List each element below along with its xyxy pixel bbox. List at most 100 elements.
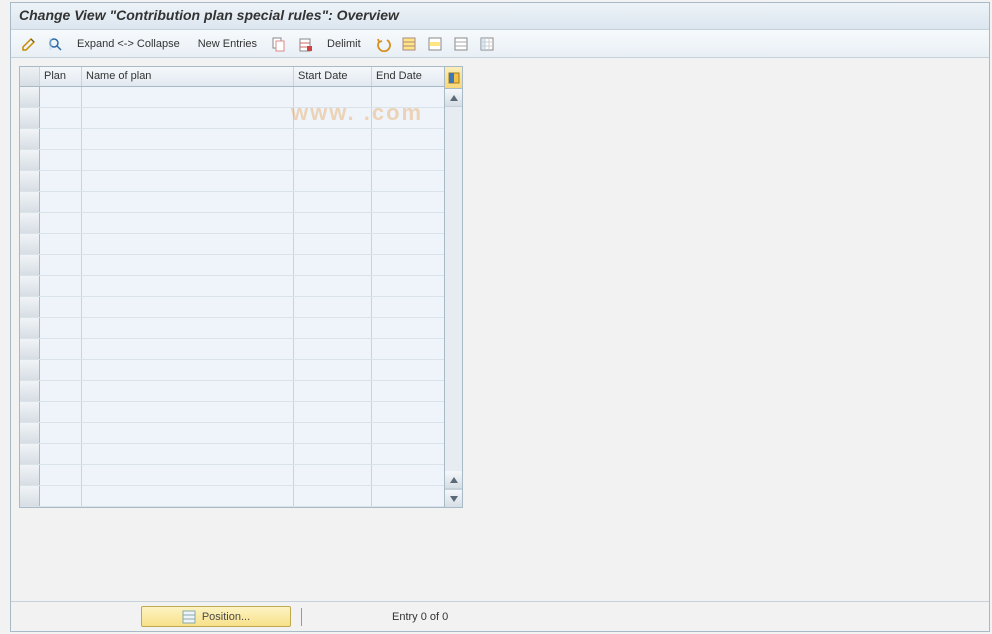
cell-start[interactable] [294,192,372,212]
input-name[interactable] [86,258,289,272]
input-plan[interactable] [44,468,77,482]
cell-plan[interactable] [40,129,82,149]
undo-icon[interactable] [371,33,395,55]
cell-start[interactable] [294,465,372,485]
input-name[interactable] [86,111,289,125]
input-name[interactable] [86,489,289,503]
input-end[interactable] [376,363,440,377]
cell-name[interactable] [82,150,294,170]
cell-start[interactable] [294,276,372,296]
input-start[interactable] [298,174,367,188]
cell-start[interactable] [294,381,372,401]
cell-start[interactable] [294,486,372,506]
input-name[interactable] [86,363,289,377]
input-plan[interactable] [44,321,77,335]
input-end[interactable] [376,111,440,125]
cell-plan[interactable] [40,108,82,128]
row-selector[interactable] [20,318,40,338]
input-name[interactable] [86,279,289,293]
input-plan[interactable] [44,216,77,230]
input-name[interactable] [86,216,289,230]
input-plan[interactable] [44,237,77,251]
input-end[interactable] [376,468,440,482]
input-plan[interactable] [44,426,77,440]
cell-end[interactable] [372,360,444,380]
cell-plan[interactable] [40,423,82,443]
cell-name[interactable] [82,87,294,107]
input-plan[interactable] [44,405,77,419]
scroll-up2-icon[interactable] [445,471,462,489]
row-selector[interactable] [20,465,40,485]
input-name[interactable] [86,468,289,482]
input-start[interactable] [298,447,367,461]
row-selector[interactable] [20,360,40,380]
input-name[interactable] [86,90,289,104]
input-plan[interactable] [44,279,77,293]
cell-name[interactable] [82,318,294,338]
input-start[interactable] [298,111,367,125]
input-name[interactable] [86,132,289,146]
cell-name[interactable] [82,234,294,254]
input-end[interactable] [376,237,440,251]
cell-start[interactable] [294,150,372,170]
delete-icon[interactable] [293,33,317,55]
cell-end[interactable] [372,276,444,296]
cell-end[interactable] [372,171,444,191]
input-name[interactable] [86,426,289,440]
cell-start[interactable] [294,129,372,149]
cell-start[interactable] [294,318,372,338]
cell-plan[interactable] [40,276,82,296]
input-start[interactable] [298,132,367,146]
cell-end[interactable] [372,192,444,212]
cell-name[interactable] [82,423,294,443]
input-name[interactable] [86,405,289,419]
row-selector[interactable] [20,129,40,149]
input-start[interactable] [298,300,367,314]
row-selector[interactable] [20,402,40,422]
cell-name[interactable] [82,360,294,380]
cell-end[interactable] [372,444,444,464]
input-end[interactable] [376,132,440,146]
input-name[interactable] [86,153,289,167]
input-start[interactable] [298,468,367,482]
input-end[interactable] [376,342,440,356]
cell-plan[interactable] [40,192,82,212]
cell-name[interactable] [82,339,294,359]
input-plan[interactable] [44,195,77,209]
cell-start[interactable] [294,444,372,464]
cell-start[interactable] [294,423,372,443]
row-selector[interactable] [20,87,40,107]
cell-end[interactable] [372,339,444,359]
cell-name[interactable] [82,276,294,296]
edit-icon[interactable] [17,33,41,55]
scroll-track[interactable] [445,107,462,471]
input-end[interactable] [376,174,440,188]
col-header-name[interactable]: Name of plan [82,67,294,86]
cell-name[interactable] [82,465,294,485]
input-name[interactable] [86,447,289,461]
input-plan[interactable] [44,300,77,314]
cell-start[interactable] [294,108,372,128]
cell-plan[interactable] [40,360,82,380]
input-end[interactable] [376,405,440,419]
row-selector[interactable] [20,255,40,275]
input-end[interactable] [376,153,440,167]
row-selector[interactable] [20,150,40,170]
input-end[interactable] [376,258,440,272]
input-name[interactable] [86,321,289,335]
input-name[interactable] [86,174,289,188]
input-start[interactable] [298,426,367,440]
input-plan[interactable] [44,489,77,503]
cell-end[interactable] [372,213,444,233]
cell-name[interactable] [82,213,294,233]
input-start[interactable] [298,363,367,377]
input-start[interactable] [298,195,367,209]
cell-start[interactable] [294,339,372,359]
input-end[interactable] [376,384,440,398]
table-settings-icon[interactable] [475,33,499,55]
cell-plan[interactable] [40,171,82,191]
input-start[interactable] [298,279,367,293]
input-plan[interactable] [44,342,77,356]
cell-end[interactable] [372,423,444,443]
input-start[interactable] [298,321,367,335]
